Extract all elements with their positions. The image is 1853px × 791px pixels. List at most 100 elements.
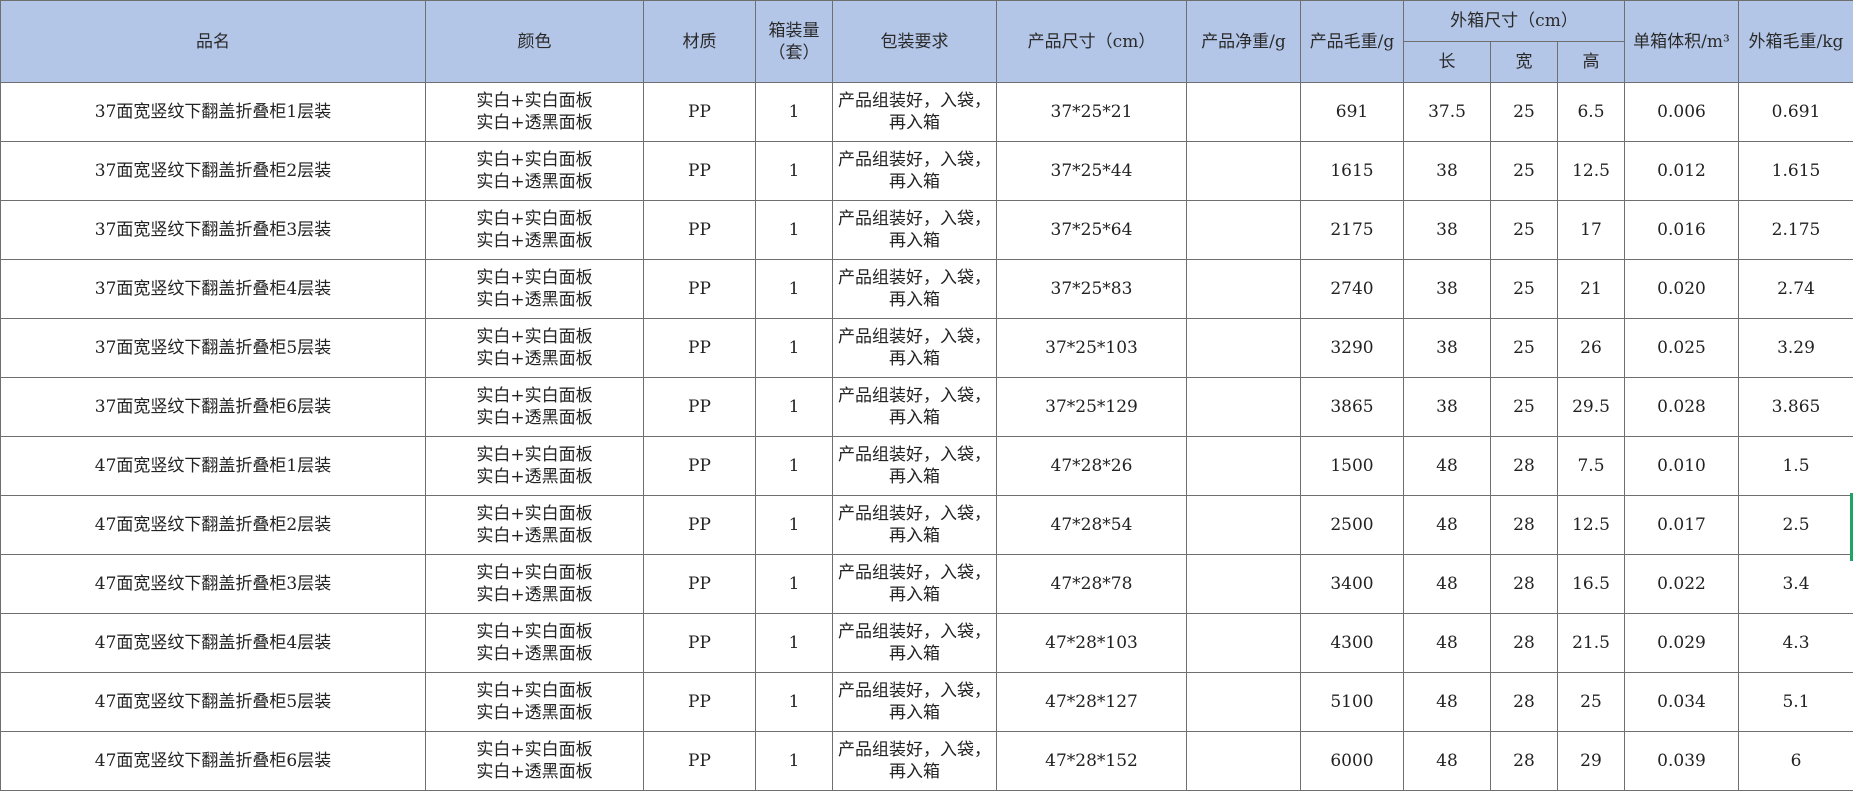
cell-size[interactable]: 47*28*152 — [996, 731, 1187, 791]
cell-carton-gross[interactable]: 3.4 — [1738, 554, 1853, 614]
cell-volume[interactable]: 0.028 — [1624, 377, 1739, 437]
cell-carton-width[interactable]: 25 — [1490, 82, 1558, 142]
header-volume[interactable]: 单箱体积/m³ — [1624, 0, 1739, 83]
cell-material[interactable]: PP — [643, 495, 756, 555]
cell-color[interactable]: 实白+实白面板 实白+透黑面板 — [425, 613, 644, 673]
cell-volume[interactable]: 0.029 — [1624, 613, 1739, 673]
cell-gross-weight[interactable]: 5100 — [1300, 672, 1404, 732]
cell-size[interactable]: 47*28*103 — [996, 613, 1187, 673]
cell-volume[interactable]: 0.025 — [1624, 318, 1739, 378]
cell-volume[interactable]: 0.039 — [1624, 731, 1739, 791]
cell-qty[interactable]: 1 — [755, 200, 833, 260]
cell-qty[interactable]: 1 — [755, 82, 833, 142]
cell-carton-width[interactable]: 25 — [1490, 318, 1558, 378]
cell-net-weight[interactable] — [1186, 672, 1301, 732]
cell-qty[interactable]: 1 — [755, 436, 833, 496]
header-gross-weight[interactable]: 产品毛重/g — [1300, 0, 1404, 83]
cell-carton-width[interactable]: 28 — [1490, 731, 1558, 791]
cell-carton-height[interactable]: 29 — [1557, 731, 1625, 791]
cell-carton-length[interactable]: 38 — [1403, 318, 1491, 378]
cell-gross-weight[interactable]: 3400 — [1300, 554, 1404, 614]
cell-name[interactable]: 37面宽竖纹下翻盖折叠柜4层装 — [0, 259, 426, 319]
cell-gross-weight[interactable]: 691 — [1300, 82, 1404, 142]
cell-carton-height[interactable]: 6.5 — [1557, 82, 1625, 142]
cell-carton-length[interactable]: 48 — [1403, 554, 1491, 614]
cell-material[interactable]: PP — [643, 554, 756, 614]
cell-gross-weight[interactable]: 3865 — [1300, 377, 1404, 437]
cell-gross-weight[interactable]: 6000 — [1300, 731, 1404, 791]
cell-net-weight[interactable] — [1186, 554, 1301, 614]
header-qty[interactable]: 箱装量（套） — [755, 0, 833, 83]
header-net-weight[interactable]: 产品净重/g — [1186, 0, 1301, 83]
cell-carton-height[interactable]: 21.5 — [1557, 613, 1625, 673]
cell-carton-length[interactable]: 48 — [1403, 495, 1491, 555]
cell-carton-gross[interactable]: 2.5 — [1738, 495, 1853, 555]
cell-name[interactable]: 47面宽竖纹下翻盖折叠柜5层装 — [0, 672, 426, 732]
cell-gross-weight[interactable]: 1500 — [1300, 436, 1404, 496]
cell-carton-length[interactable]: 38 — [1403, 259, 1491, 319]
cell-size[interactable]: 37*25*103 — [996, 318, 1187, 378]
cell-carton-gross[interactable]: 2.74 — [1738, 259, 1853, 319]
cell-gross-weight[interactable]: 2500 — [1300, 495, 1404, 555]
cell-material[interactable]: PP — [643, 731, 756, 791]
cell-name[interactable]: 47面宽竖纹下翻盖折叠柜4层装 — [0, 613, 426, 673]
header-color[interactable]: 颜色 — [425, 0, 644, 83]
cell-material[interactable]: PP — [643, 200, 756, 260]
cell-net-weight[interactable] — [1186, 436, 1301, 496]
cell-gross-weight[interactable]: 1615 — [1300, 141, 1404, 201]
cell-color[interactable]: 实白+实白面板 实白+透黑面板 — [425, 200, 644, 260]
cell-volume[interactable]: 0.034 — [1624, 672, 1739, 732]
cell-carton-height[interactable]: 21 — [1557, 259, 1625, 319]
cell-carton-gross[interactable]: 1.5 — [1738, 436, 1853, 496]
cell-name[interactable]: 37面宽竖纹下翻盖折叠柜3层装 — [0, 200, 426, 260]
cell-packing[interactable]: 产品组装好，入袋，再入箱 — [832, 613, 997, 673]
cell-carton-gross[interactable]: 5.1 — [1738, 672, 1853, 732]
cell-volume[interactable]: 0.010 — [1624, 436, 1739, 496]
cell-gross-weight[interactable]: 3290 — [1300, 318, 1404, 378]
cell-packing[interactable]: 产品组装好，入袋，再入箱 — [832, 141, 997, 201]
cell-qty[interactable]: 1 — [755, 318, 833, 378]
cell-qty[interactable]: 1 — [755, 495, 833, 555]
cell-net-weight[interactable] — [1186, 318, 1301, 378]
cell-name[interactable]: 37面宽竖纹下翻盖折叠柜5层装 — [0, 318, 426, 378]
cell-carton-length[interactable]: 48 — [1403, 613, 1491, 673]
cell-carton-width[interactable]: 28 — [1490, 613, 1558, 673]
cell-net-weight[interactable] — [1186, 377, 1301, 437]
cell-name[interactable]: 37面宽竖纹下翻盖折叠柜2层装 — [0, 141, 426, 201]
cell-carton-length[interactable]: 38 — [1403, 141, 1491, 201]
cell-carton-length[interactable]: 48 — [1403, 672, 1491, 732]
cell-size[interactable]: 37*25*21 — [996, 82, 1187, 142]
cell-name[interactable]: 37面宽竖纹下翻盖折叠柜1层装 — [0, 82, 426, 142]
cell-carton-width[interactable]: 28 — [1490, 495, 1558, 555]
cell-carton-length[interactable]: 37.5 — [1403, 82, 1491, 142]
cell-material[interactable]: PP — [643, 141, 756, 201]
cell-name[interactable]: 37面宽竖纹下翻盖折叠柜6层装 — [0, 377, 426, 437]
cell-color[interactable]: 实白+实白面板 实白+透黑面板 — [425, 259, 644, 319]
cell-gross-weight[interactable]: 4300 — [1300, 613, 1404, 673]
cell-size[interactable]: 47*28*78 — [996, 554, 1187, 614]
cell-carton-height[interactable]: 29.5 — [1557, 377, 1625, 437]
cell-carton-width[interactable]: 28 — [1490, 436, 1558, 496]
cell-carton-width[interactable]: 25 — [1490, 377, 1558, 437]
cell-packing[interactable]: 产品组装好，入袋，再入箱 — [832, 495, 997, 555]
cell-carton-height[interactable]: 16.5 — [1557, 554, 1625, 614]
cell-color[interactable]: 实白+实白面板 实白+透黑面板 — [425, 672, 644, 732]
cell-net-weight[interactable] — [1186, 82, 1301, 142]
header-width[interactable]: 宽 — [1490, 41, 1558, 83]
cell-size[interactable]: 47*28*26 — [996, 436, 1187, 496]
cell-size[interactable]: 47*28*54 — [996, 495, 1187, 555]
cell-carton-gross[interactable]: 0.691 — [1738, 82, 1853, 142]
cell-name[interactable]: 47面宽竖纹下翻盖折叠柜6层装 — [0, 731, 426, 791]
cell-material[interactable]: PP — [643, 613, 756, 673]
cell-packing[interactable]: 产品组装好，入袋，再入箱 — [832, 731, 997, 791]
cell-material[interactable]: PP — [643, 82, 756, 142]
cell-carton-gross[interactable]: 4.3 — [1738, 613, 1853, 673]
cell-qty[interactable]: 1 — [755, 554, 833, 614]
cell-net-weight[interactable] — [1186, 613, 1301, 673]
cell-packing[interactable]: 产品组装好，入袋，再入箱 — [832, 259, 997, 319]
cell-color[interactable]: 实白+实白面板 实白+透黑面板 — [425, 318, 644, 378]
cell-carton-width[interactable]: 28 — [1490, 554, 1558, 614]
cell-name[interactable]: 47面宽竖纹下翻盖折叠柜1层装 — [0, 436, 426, 496]
cell-volume[interactable]: 0.022 — [1624, 554, 1739, 614]
cell-carton-length[interactable]: 48 — [1403, 436, 1491, 496]
